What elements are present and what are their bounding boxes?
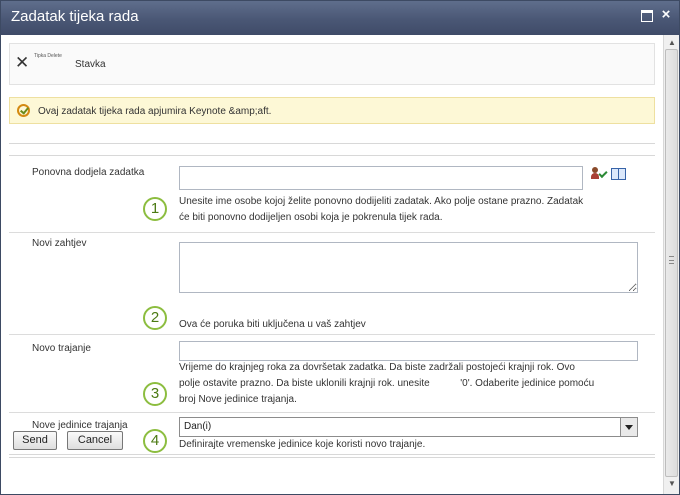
duration-units-label: Nove jedinice trajanja <box>32 420 128 431</box>
new-duration-description-line-2: polje ostavite prazno. Da biste uklonili… <box>179 378 595 389</box>
step-badge-2: 2 <box>143 306 167 330</box>
reassign-description-line-2: će biti ponovno dodijeljen osobi koja je… <box>179 212 443 223</box>
ribbon: ✕ Tipka Delete Stavka <box>9 43 655 85</box>
step-badge-3: 3 <box>143 382 167 406</box>
reassign-description-line-1: Unesite ime osobe kojoj želite ponovno d… <box>179 196 584 207</box>
reassign-people-input[interactable] <box>179 166 583 190</box>
row-divider <box>9 334 655 335</box>
close-icon[interactable]: × <box>659 7 673 22</box>
duration-units-select[interactable]: Dan(i) <box>179 417 638 437</box>
row-divider <box>9 232 655 233</box>
status-message: Ovaj zadatak tijeka rada apjumira Keynot… <box>38 106 272 117</box>
vertical-scrollbar[interactable]: ▲ ▼ <box>663 35 679 494</box>
cancel-button[interactable]: Cancel <box>67 431 123 450</box>
send-button[interactable]: Send <box>13 431 57 450</box>
new-duration-description-line-3: broj Nove jedinice trajanja. <box>179 394 297 405</box>
dialog-title: Zadatak tijeka rada <box>11 8 139 25</box>
new-duration-description-line-1: Vrijeme do krajnjeg roka za dovršetak za… <box>179 362 575 373</box>
chevron-down-icon[interactable] <box>620 418 637 436</box>
dialog-content: ✕ Tipka Delete Stavka Ovaj zadatak tijek… <box>1 35 663 494</box>
new-request-label: Novi zahtjev <box>32 238 87 249</box>
new-duration-label: Novo trajanje <box>32 343 91 354</box>
step-badge-4: 4 <box>143 429 167 453</box>
row-divider <box>9 412 655 413</box>
delete-button-label[interactable]: Tipka Delete <box>34 53 62 59</box>
divider <box>9 143 655 144</box>
status-bar: Ovaj zadatak tijeka rada apjumira Keynot… <box>9 97 655 124</box>
new-request-description: Ova će poruka biti uključena u vaš zahtj… <box>179 319 366 330</box>
delete-icon[interactable]: ✕ <box>15 54 29 71</box>
duration-units-selected-value: Dan(i) <box>184 421 212 432</box>
title-bar: Zadatak tijeka rada × <box>1 1 679 35</box>
task-form: Ponovna dodjela zadatka 1 Unesite ime os… <box>9 155 655 455</box>
new-duration-input[interactable] <box>179 341 638 361</box>
item-group-label: Stavka <box>75 59 106 70</box>
address-book-icon[interactable] <box>611 168 626 180</box>
scroll-up-icon[interactable]: ▲ <box>667 38 677 48</box>
step-badge-1: 1 <box>143 197 167 221</box>
reassign-label: Ponovna dodjela zadatka <box>32 167 145 178</box>
scrollbar-thumb[interactable] <box>665 49 678 477</box>
divider <box>9 457 655 458</box>
workflow-status-icon <box>17 104 30 117</box>
grip-icon <box>669 256 674 264</box>
duration-units-description: Definirajte vremenske jedinice koje kori… <box>179 439 426 450</box>
workflow-task-dialog: Zadatak tijeka rada × ✕ Tipka Delete Sta… <box>0 0 680 495</box>
scroll-down-icon[interactable]: ▼ <box>667 479 677 489</box>
maximize-icon[interactable] <box>639 8 653 22</box>
new-request-textarea[interactable] <box>179 242 638 293</box>
